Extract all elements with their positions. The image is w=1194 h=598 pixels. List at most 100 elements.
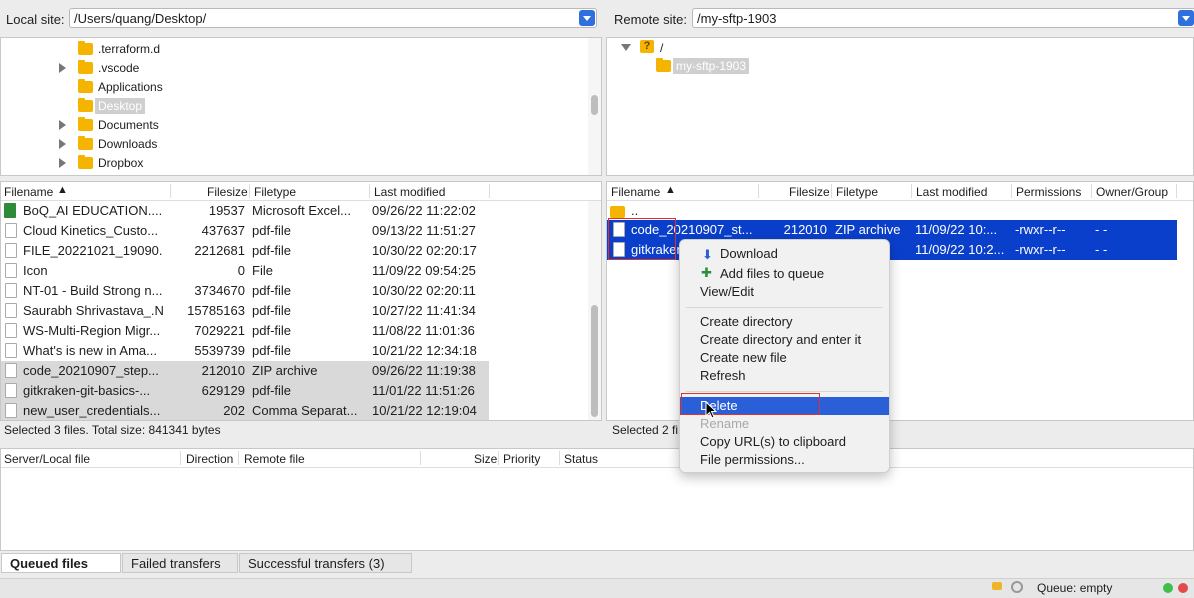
menu-item-refresh[interactable]: Refresh bbox=[680, 367, 889, 385]
file-name: gitkraken-git-basics-... bbox=[23, 383, 151, 398]
local-tree-scrollbar[interactable] bbox=[588, 38, 601, 175]
table-row[interactable]: BoQ_AI EDUCATION.... 19537 Microsoft Excel… bbox=[1, 201, 587, 221]
remote-site-combo[interactable]: /my-sftp-1903 bbox=[692, 8, 1194, 28]
col-status[interactable]: Status bbox=[564, 452, 598, 466]
remote-site-path: /my-sftp-1903 bbox=[697, 11, 777, 26]
tree-item-label: Applications bbox=[98, 80, 163, 94]
table-row[interactable]: Icon 0 File 11/09/22 09:54:25 bbox=[1, 261, 587, 281]
file-modified: 09/13/22 11:51:27 bbox=[372, 223, 476, 238]
tab-label: Failed transfers bbox=[131, 556, 221, 571]
remote-tree-child[interactable]: my-sftp-1903 bbox=[673, 58, 750, 74]
menu-item-view-edit[interactable]: View/Edit bbox=[680, 283, 889, 301]
table-row[interactable]: new_user_credentials... 202 Comma Separat.… bbox=[1, 401, 489, 420]
unknown-folder-icon: ? bbox=[640, 40, 654, 53]
menu-item-create-directory[interactable]: Create directory bbox=[680, 313, 889, 331]
col-filetype[interactable]: Filetype bbox=[836, 185, 878, 199]
scrollbar-thumb[interactable] bbox=[591, 305, 598, 417]
local-site-label: Local site: bbox=[6, 12, 65, 27]
tab-successful-transfers[interactable]: Successful transfers (3) bbox=[239, 553, 412, 573]
col-last-modified[interactable]: Last modified bbox=[374, 185, 445, 199]
queue-panel: Server/Local file Direction Remote file … bbox=[0, 448, 1194, 551]
menu-item-file-permissions[interactable]: File permissions... bbox=[680, 451, 889, 469]
expand-triangle-icon[interactable] bbox=[59, 63, 66, 73]
tree-item[interactable]: Downloads bbox=[1, 135, 586, 154]
table-row[interactable]: code_20210907_st... 212010 ZIP archive 11/0… bbox=[607, 220, 1177, 240]
remote-tree-root[interactable]: / bbox=[660, 41, 663, 55]
col-remote-file[interactable]: Remote file bbox=[244, 452, 305, 466]
file-type: pdf-file bbox=[252, 283, 292, 298]
tree-item[interactable]: Applications bbox=[1, 78, 586, 97]
local-site-combo[interactable]: /Users/quang/Desktop/ bbox=[69, 8, 597, 28]
file-type: pdf-file bbox=[252, 223, 292, 238]
menu-item-create-directory-enter[interactable]: Create directory and enter it bbox=[680, 331, 889, 349]
file-size: 2212681 bbox=[194, 243, 245, 258]
queue-status: Queue: empty bbox=[1037, 581, 1113, 595]
folder-icon bbox=[656, 58, 671, 72]
collapse-triangle-icon[interactable] bbox=[621, 44, 631, 51]
file-modified: 10/30/22 02:20:17 bbox=[372, 243, 477, 258]
tree-item[interactable]: .terraform.d bbox=[1, 40, 586, 59]
menu-item-download[interactable]: ⬇ Download bbox=[680, 245, 889, 263]
file-modified: 10/27/22 11:41:34 bbox=[372, 303, 476, 318]
file-icon bbox=[5, 343, 17, 358]
file-icon bbox=[5, 363, 17, 378]
chevron-down-icon[interactable] bbox=[579, 10, 595, 26]
expand-triangle-icon[interactable] bbox=[59, 120, 66, 130]
menu-item-add-to-queue[interactable]: ✚ Add files to queue bbox=[680, 265, 889, 283]
col-filename[interactable]: Filename bbox=[611, 185, 660, 199]
expand-triangle-icon[interactable] bbox=[59, 158, 66, 168]
file-name: code_20210907_step... bbox=[23, 363, 159, 378]
file-type: pdf-file bbox=[252, 303, 292, 318]
col-size[interactable]: Size bbox=[474, 452, 497, 466]
col-permissions[interactable]: Permissions bbox=[1016, 185, 1081, 199]
tab-queued-files[interactable]: Queued files bbox=[1, 553, 121, 573]
col-filetype[interactable]: Filetype bbox=[254, 185, 296, 199]
file-type: Microsoft Excel... bbox=[252, 203, 351, 218]
file-icon bbox=[5, 283, 17, 298]
tree-item-label: Desktop bbox=[95, 98, 146, 114]
col-server-local-file[interactable]: Server/Local file bbox=[4, 452, 90, 466]
parent-dir-label: .. bbox=[631, 203, 639, 218]
list-item-parent-dir[interactable]: .. bbox=[607, 201, 1193, 221]
col-filesize[interactable]: Filesize bbox=[207, 185, 248, 199]
col-direction[interactable]: Direction bbox=[186, 452, 233, 466]
local-status: Selected 3 files. Total size: 841341 byt… bbox=[4, 423, 221, 437]
sort-ascending-icon: ▲ bbox=[57, 184, 68, 196]
file-modified: 11/08/22 11:01:36 bbox=[372, 323, 475, 338]
local-list-scrollbar[interactable] bbox=[588, 201, 601, 420]
speed-limit-icon[interactable] bbox=[1011, 581, 1023, 593]
table-row[interactable]: code_20210907_step... 212010 ZIP archive 09… bbox=[1, 361, 489, 381]
file-size: 212010 bbox=[201, 363, 245, 378]
context-menu: ⬇ Download ✚ Add files to queue View/Edi… bbox=[679, 239, 890, 473]
col-priority[interactable]: Priority bbox=[503, 452, 540, 466]
scrollbar-thumb[interactable] bbox=[591, 95, 598, 115]
file-size: 15785163 bbox=[187, 303, 245, 318]
col-owner-group[interactable]: Owner/Group bbox=[1096, 185, 1168, 199]
table-row[interactable]: WS-Multi-Region Migr... 7029221 pdf-file 11… bbox=[1, 321, 587, 341]
menu-item-copy-url[interactable]: Copy URL(s) to clipboard bbox=[680, 433, 889, 451]
table-row[interactable]: gitkraken-git-basics-... 629129 pdf-file 11… bbox=[1, 381, 489, 401]
table-row[interactable]: What's is new in Ama... 5539739 pdf-file 10… bbox=[1, 341, 587, 361]
file-type: pdf-file bbox=[252, 383, 292, 398]
table-row[interactable]: Saurabh Shrivastava_.N... 15785163 pdf-fil… bbox=[1, 301, 587, 321]
remote-site-label: Remote site: bbox=[614, 12, 687, 27]
col-last-modified[interactable]: Last modified bbox=[916, 185, 987, 199]
table-row[interactable]: Cloud Kinetics_Custo... 437637 pdf-file 09/… bbox=[1, 221, 587, 241]
col-filesize[interactable]: Filesize bbox=[789, 185, 830, 199]
tree-item[interactable]: Documents bbox=[1, 116, 586, 135]
tree-item[interactable]: Dropbox bbox=[1, 154, 586, 173]
expand-triangle-icon[interactable] bbox=[59, 139, 66, 149]
folder-icon bbox=[78, 117, 93, 131]
tree-item[interactable]: .vscode bbox=[1, 59, 586, 78]
tree-item[interactable]: Desktop bbox=[1, 97, 586, 116]
tab-failed-transfers[interactable]: Failed transfers bbox=[122, 553, 238, 573]
chevron-down-icon[interactable] bbox=[1178, 10, 1194, 26]
menu-item-create-new-file[interactable]: Create new file bbox=[680, 349, 889, 367]
file-type: pdf-file bbox=[252, 343, 292, 358]
download-arrow-icon: ⬇ bbox=[702, 247, 713, 262]
table-row[interactable]: NT-01 - Build Strong n... 3734670 pdf-file… bbox=[1, 281, 587, 301]
col-filename[interactable]: Filename bbox=[4, 185, 53, 199]
tab-label: Successful transfers (3) bbox=[248, 556, 385, 571]
table-row[interactable]: FILE_20221021_19090... 2212681 pdf-file 10/… bbox=[1, 241, 587, 261]
file-modified: 10/21/22 12:19:04 bbox=[372, 403, 477, 418]
